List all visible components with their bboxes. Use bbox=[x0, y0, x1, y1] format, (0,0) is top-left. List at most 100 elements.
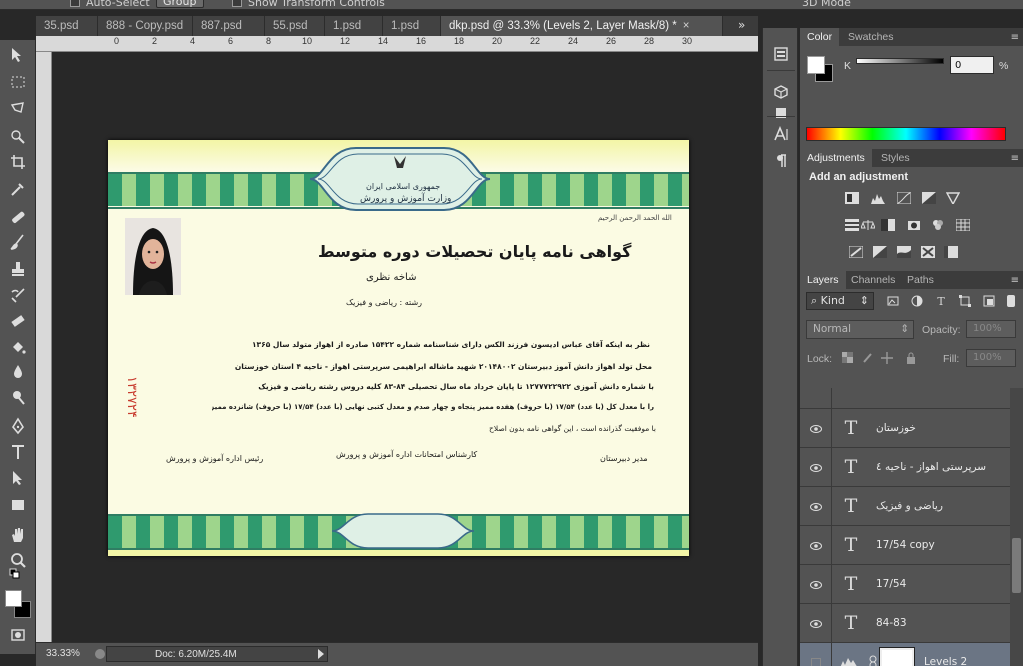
visibility-eye-icon[interactable] bbox=[800, 526, 832, 565]
auto-select-checkbox[interactable] bbox=[70, 0, 80, 7]
lock-transparent-icon[interactable] bbox=[840, 352, 854, 366]
layer-row-selected[interactable]: Levels 2 bbox=[800, 643, 1010, 666]
tab-close-icon[interactable]: × bbox=[683, 20, 690, 32]
visibility-eye-icon[interactable] bbox=[800, 604, 832, 643]
layer-row[interactable]: T 17/54 bbox=[800, 565, 1010, 604]
tab-35[interactable]: 35.psd bbox=[36, 16, 98, 36]
filter-smart-object-icon[interactable] bbox=[982, 295, 996, 309]
clone-stamp-tool-icon[interactable] bbox=[6, 258, 30, 280]
hue-saturation-icon[interactable] bbox=[844, 218, 860, 232]
layer-row[interactable]: T خوزستان bbox=[800, 409, 1010, 448]
tab-adjustments[interactable]: Adjustments bbox=[800, 149, 872, 167]
foreground-color-swatch[interactable] bbox=[5, 590, 22, 607]
levels-icon[interactable] bbox=[870, 191, 886, 205]
filter-adjustment-icon[interactable] bbox=[910, 295, 924, 309]
layer-name[interactable]: 17/54 copy bbox=[876, 539, 935, 551]
tab-overflow-icon[interactable]: » bbox=[738, 18, 745, 32]
visibility-eye-icon[interactable] bbox=[800, 565, 832, 604]
blend-mode-dropdown[interactable]: Normal ⇕ bbox=[806, 320, 914, 339]
blur-tool-icon[interactable] bbox=[6, 361, 30, 383]
quick-selection-tool-icon[interactable] bbox=[6, 125, 30, 147]
visibility-eye-icon[interactable] bbox=[800, 388, 832, 409]
rectangle-tool-icon[interactable] bbox=[6, 494, 30, 516]
layer-row-partial[interactable] bbox=[800, 388, 1010, 409]
layer-row[interactable]: T 17/54 copy bbox=[800, 526, 1010, 565]
status-arrow-icon[interactable] bbox=[318, 649, 324, 659]
default-colors-icon[interactable] bbox=[6, 568, 30, 584]
exposure-icon[interactable] bbox=[921, 191, 937, 205]
color-fg-swatch[interactable] bbox=[807, 56, 825, 74]
lasso-tool-icon[interactable] bbox=[6, 98, 30, 120]
filter-toggle-icon[interactable] bbox=[1004, 295, 1018, 309]
fill-input[interactable]: 100% bbox=[966, 349, 1016, 367]
visibility-eye-icon[interactable] bbox=[800, 409, 832, 448]
marquee-tool-icon[interactable] bbox=[6, 71, 30, 93]
visibility-eye-icon[interactable] bbox=[800, 487, 832, 526]
posterize-icon[interactable] bbox=[872, 245, 888, 259]
k-slider[interactable] bbox=[856, 58, 944, 64]
tab-paths[interactable]: Paths bbox=[900, 271, 941, 289]
layers-menu-icon[interactable]: ≡ bbox=[1011, 275, 1019, 286]
layer-name[interactable]: خوزستان bbox=[876, 422, 916, 434]
paragraph-panel-icon[interactable] bbox=[768, 149, 794, 173]
color-lookup-icon[interactable] bbox=[955, 218, 971, 232]
layer-row[interactable]: T ریاضی و فیزیک bbox=[800, 487, 1010, 526]
selective-color-icon[interactable] bbox=[920, 245, 936, 259]
layer-row[interactable]: T سرپرستی اهواز - ناحیه ٤ bbox=[800, 448, 1010, 487]
invert-icon[interactable] bbox=[848, 245, 864, 259]
tab-swatches[interactable]: Swatches bbox=[841, 28, 901, 46]
status-menu-icon[interactable] bbox=[95, 649, 105, 659]
layer-filter-kind-dropdown[interactable]: ⌕ Kind ⇕ bbox=[806, 292, 874, 310]
photo-filter-icon[interactable] bbox=[906, 218, 922, 232]
screen-mode-icon[interactable] bbox=[6, 646, 30, 654]
pen-tool-icon[interactable] bbox=[6, 415, 30, 437]
history-panel-icon[interactable] bbox=[768, 42, 794, 66]
dodge-tool-icon[interactable] bbox=[6, 386, 30, 408]
chain-link-icon[interactable] bbox=[868, 655, 878, 666]
filter-type-icon[interactable]: T bbox=[934, 295, 948, 309]
character-panel-icon[interactable] bbox=[768, 122, 794, 146]
threshold-icon[interactable] bbox=[896, 245, 912, 259]
group-dropdown[interactable]: Group bbox=[156, 0, 204, 8]
visibility-toggle-empty[interactable] bbox=[800, 643, 832, 666]
tab-1a[interactable]: 1.psd bbox=[325, 16, 383, 36]
opacity-input[interactable]: 100% bbox=[966, 320, 1016, 338]
layer-name[interactable]: Levels 2 bbox=[924, 656, 967, 666]
color-spectrum[interactable] bbox=[806, 127, 1006, 141]
eraser-tool-icon[interactable] bbox=[6, 310, 30, 332]
filter-shape-icon[interactable] bbox=[958, 295, 972, 309]
show-transform-checkbox[interactable] bbox=[232, 0, 242, 7]
lock-all-icon[interactable] bbox=[904, 352, 918, 366]
lock-position-icon[interactable] bbox=[880, 352, 894, 366]
tab-layers[interactable]: Layers bbox=[800, 271, 846, 289]
tab-888-copy[interactable]: 888 - Copy.psd bbox=[98, 16, 193, 36]
color-panel-menu-icon[interactable]: ≡ bbox=[1011, 32, 1019, 43]
layers-scrollbar-thumb[interactable] bbox=[1012, 538, 1021, 593]
tab-1b[interactable]: 1.psd bbox=[383, 16, 441, 36]
layer-name[interactable]: 84-83 bbox=[876, 617, 907, 629]
crop-tool-icon[interactable] bbox=[6, 151, 30, 173]
tab-styles[interactable]: Styles bbox=[874, 149, 917, 167]
layer-name[interactable]: 17/54 bbox=[876, 578, 906, 590]
move-tool-icon[interactable] bbox=[6, 44, 30, 66]
zoom-level[interactable]: 33.33% bbox=[46, 648, 80, 659]
tab-887[interactable]: 887.psd bbox=[193, 16, 265, 36]
curves-icon[interactable] bbox=[896, 191, 912, 205]
k-value-input[interactable]: 0 bbox=[950, 56, 994, 74]
black-white-icon[interactable] bbox=[880, 218, 896, 232]
paint-bucket-tool-icon[interactable] bbox=[6, 336, 30, 358]
vibrance-icon[interactable] bbox=[945, 191, 961, 205]
tab-55[interactable]: 55.psd bbox=[265, 16, 325, 36]
layer-name[interactable]: سرپرستی اهواز - ناحیه ٤ bbox=[876, 461, 986, 473]
lock-pixels-icon[interactable] bbox=[860, 352, 874, 366]
path-selection-tool-icon[interactable] bbox=[6, 467, 30, 489]
layer-row[interactable]: T 84-83 bbox=[800, 604, 1010, 643]
healing-brush-tool-icon[interactable] bbox=[6, 206, 30, 228]
visibility-eye-icon[interactable] bbox=[800, 448, 832, 487]
layer-mask-thumbnail[interactable] bbox=[879, 647, 915, 666]
brightness-contrast-icon[interactable] bbox=[844, 191, 860, 205]
tab-channels[interactable]: Channels bbox=[844, 271, 902, 289]
layers-scrollbar[interactable] bbox=[1010, 388, 1023, 666]
adjustments-menu-icon[interactable]: ≡ bbox=[1011, 153, 1019, 164]
color-balance-icon[interactable] bbox=[860, 218, 876, 232]
